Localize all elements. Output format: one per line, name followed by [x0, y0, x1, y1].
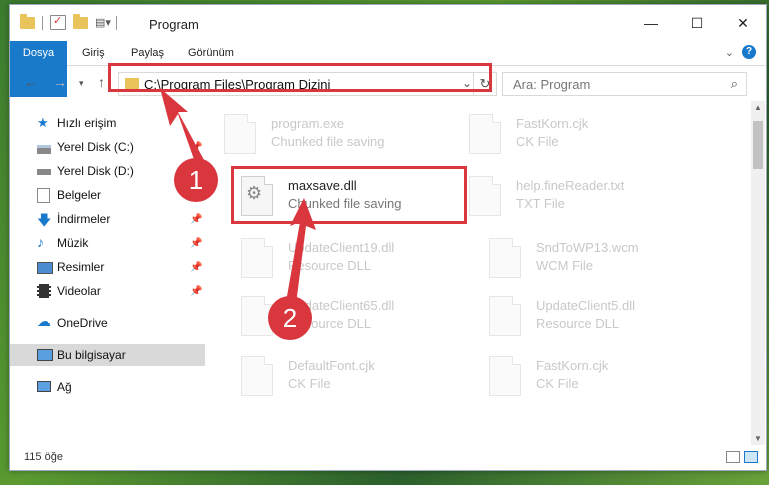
arrow-1 — [160, 88, 204, 165]
annotation-arrows — [160, 88, 316, 304]
arrow-2 — [286, 198, 316, 304]
step-badge-2: 2 — [268, 296, 312, 340]
step-badge-1: 1 — [174, 158, 218, 202]
